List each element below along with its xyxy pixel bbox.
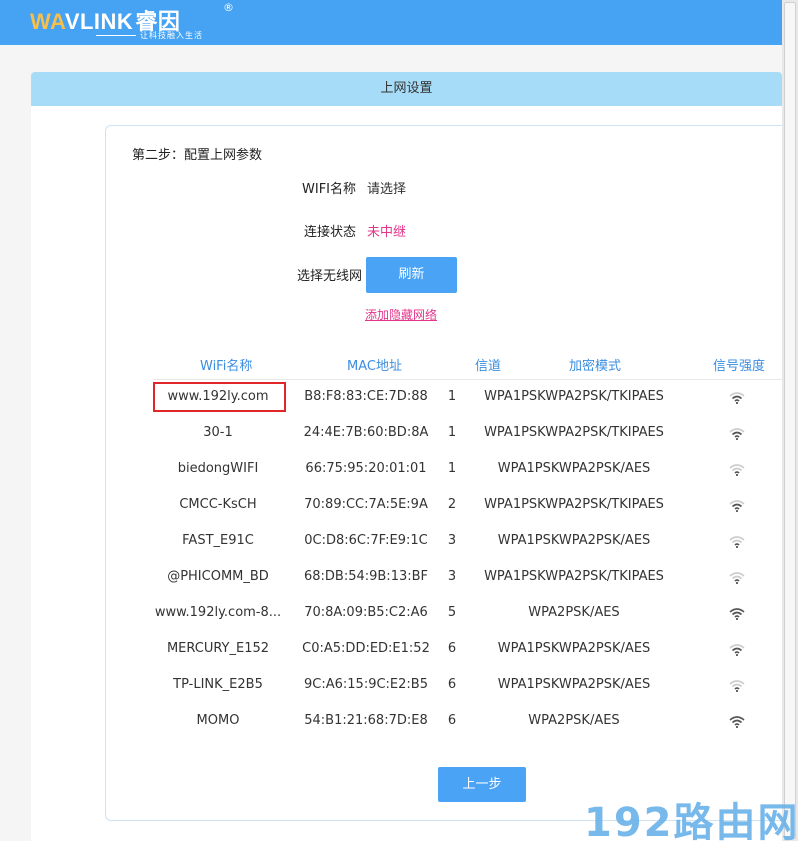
registered-mark: ®: [223, 1, 234, 14]
wifi-signal-icon: [725, 451, 749, 487]
watermark: 192路由网: [584, 800, 798, 841]
channel-cell: 1: [447, 461, 457, 476]
mac-cell: 24:4E:7B:60:BD:8A: [303, 425, 429, 440]
select-wireless-label: 选择无线网: [296, 269, 362, 284]
table-row[interactable]: MOMO 54:B1:21:68:7D:E8 6 WPA2PSK/AES: [106, 703, 782, 739]
wifi-signal-icon: [725, 631, 749, 667]
wifi-signal-icon: [725, 523, 749, 559]
channel-cell: 3: [447, 569, 457, 584]
channel-cell: 5: [447, 605, 457, 620]
encryption-cell: WPA1PSKWPA2PSK/TKIPAES: [484, 497, 664, 512]
wifi-name-cell: FAST_E91C: [182, 533, 254, 548]
channel-cell: 2: [447, 497, 457, 512]
wifi-name-value: 请选择: [367, 182, 407, 197]
table-row[interactable]: TP-LINK_E2B5 9C:A6:15:9C:E2:B5 6 WPA1PSKWPA…: [106, 667, 782, 703]
connection-status-value: 未中继: [367, 225, 407, 240]
header-signal: 信号强度: [713, 359, 766, 374]
channel-cell: 6: [447, 713, 457, 728]
table-row[interactable]: CMCC-KsCH 70:89:CC:7A:5E:9A 2 WPA1PSKWPA2PS…: [106, 487, 782, 523]
wifi-name-cell: biedongWIFI: [177, 461, 259, 476]
encryption-cell: WPA1PSKWPA2PSK/TKIPAES: [484, 389, 664, 404]
wifi-name-cell: www.192ly.com-8...: [154, 605, 282, 620]
wifi-name-cell: @PHICOMM_BD: [167, 569, 269, 584]
header-mac: MAC地址: [347, 359, 402, 374]
mac-cell: C0:A5:DD:ED:E1:52: [302, 641, 430, 656]
encryption-cell: WPA1PSKWPA2PSK/AES: [497, 677, 651, 692]
step-title: 第二步：配置上网参数: [132, 148, 263, 163]
channel-cell: 6: [447, 677, 457, 692]
encryption-cell: WPA1PSKWPA2PSK/AES: [497, 461, 651, 476]
mac-cell: B8:F8:83:CE:7D:88: [304, 389, 428, 404]
encryption-cell: WPA1PSKWPA2PSK/AES: [497, 641, 651, 656]
table-row[interactable]: www.192ly.com-8... 70:8A:09:B5:C2:A6 5 WPA2…: [106, 595, 782, 631]
wifi-name-cell: www.192ly.com: [167, 389, 269, 404]
encryption-cell: WPA1PSKWPA2PSK/TKIPAES: [484, 569, 664, 584]
wifi-name-cell: TP-LINK_E2B5: [173, 677, 263, 692]
vertical-scrollbar[interactable]: [782, 0, 798, 841]
add-hidden-network-link[interactable]: 添加隐藏网络: [365, 306, 437, 323]
channel-cell: 1: [447, 425, 457, 440]
wifi-signal-icon: [725, 667, 749, 703]
table-row[interactable]: MERCURY_E152 C0:A5:DD:ED:E1:52 6 WPA1PSKWPA…: [106, 631, 782, 667]
encryption-cell: WPA2PSK/AES: [528, 713, 620, 728]
wifi-signal-icon: [725, 595, 749, 631]
wifi-name-cell: MOMO: [196, 713, 240, 728]
wifi-name-cell: 30-1: [203, 425, 233, 440]
scrollbar-thumb[interactable]: [784, 2, 796, 839]
table-row[interactable]: FAST_E91C 0C:D8:6C:7F:E9:1C 3 WPA1PSKWPA2PS…: [106, 523, 782, 559]
mac-cell: 54:B1:21:68:7D:E8: [304, 713, 428, 728]
connection-status-label: 连接状态: [303, 225, 356, 240]
channel-cell: 1: [447, 389, 457, 404]
wifi-signal-icon: [725, 487, 749, 523]
top-bar: WAVLINK睿因 ® 让科技融入生活: [0, 0, 782, 45]
mac-cell: 9C:A6:15:9C:E2:B5: [304, 677, 428, 692]
encryption-cell: WPA1PSKWPA2PSK/AES: [497, 533, 651, 548]
logo-slogan: 让科技融入生活: [96, 30, 203, 41]
mac-cell: 70:8A:09:B5:C2:A6: [304, 605, 428, 620]
header-wifi-name: WiFi名称: [200, 359, 253, 374]
mac-cell: 68:DB:54:9B:13:BF: [303, 569, 429, 584]
table-row[interactable]: 30-1 24:4E:7B:60:BD:8A 1 WPA1PSKWPA2PSK/TKI…: [106, 415, 782, 451]
encryption-cell: WPA1PSKWPA2PSK/TKIPAES: [484, 425, 664, 440]
encryption-cell: WPA2PSK/AES: [528, 605, 620, 620]
wifi-signal-icon: [725, 415, 749, 451]
wifi-signal-icon: [725, 703, 749, 739]
channel-cell: 3: [447, 533, 457, 548]
refresh-button[interactable]: 刷新: [366, 257, 457, 293]
header-encryption: 加密模式: [569, 359, 622, 374]
wifi-signal-icon: [725, 559, 749, 595]
mac-cell: 66:75:95:20:01:01: [305, 461, 427, 476]
channel-cell: 6: [447, 641, 457, 656]
mac-cell: 0C:D8:6C:7F:E9:1C: [304, 533, 428, 548]
previous-step-button[interactable]: 上一步: [438, 767, 526, 802]
wifi-name-cell: CMCC-KsCH: [179, 497, 257, 512]
wifi-name-cell: MERCURY_E152: [166, 641, 270, 656]
wifi-name-label: WIFI名称: [302, 182, 356, 197]
mac-cell: 70:89:CC:7A:5E:9A: [304, 497, 428, 512]
table-row[interactable]: biedongWIFI 66:75:95:20:01:01 1 WPA1PSKWPA2…: [106, 451, 782, 487]
header-channel: 信道: [475, 359, 502, 374]
wifi-signal-icon: [725, 379, 749, 415]
table-row[interactable]: www.192ly.com B8:F8:83:CE:7D:88 1 WPA1PSKWP…: [106, 379, 782, 415]
panel-title: 上网设置: [31, 72, 782, 106]
table-row[interactable]: @PHICOMM_BD 68:DB:54:9B:13:BF 3 WPA1PSKWPA2…: [106, 559, 782, 595]
